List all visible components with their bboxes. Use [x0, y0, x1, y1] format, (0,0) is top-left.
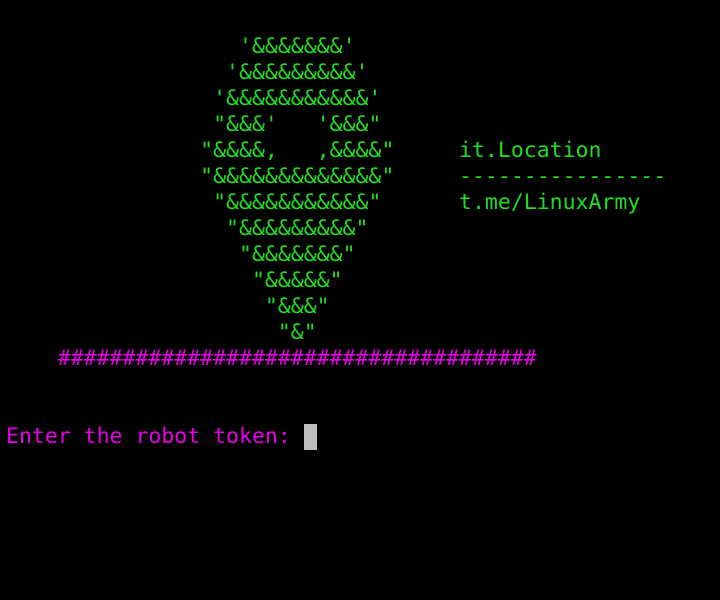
ascii-art-line: '&&&&&&&&&' — [6, 60, 369, 85]
token-prompt-line[interactable]: Enter the robot token: — [6, 424, 317, 450]
terminal-window[interactable]: '&&&&&&&' '&&&&&&&&&' '&&&&&&&&&&&' "&&&… — [0, 0, 720, 600]
ascii-art-line-link: "&&&&&&&&&&&" t.me/LinuxArmy — [6, 190, 641, 215]
ascii-art-line: "&&&' '&&&" — [6, 112, 382, 137]
ascii-art-line: "&&&&&&&&&" — [6, 216, 369, 241]
ascii-art-line: '&&&&&&&' — [6, 34, 356, 59]
banner-divider: ##################################### — [6, 346, 537, 371]
text-cursor[interactable] — [303, 424, 317, 450]
ascii-art-line-location: "&&&&, ,&&&&" it.Location — [6, 138, 602, 163]
ascii-art-line: "&" — [6, 320, 317, 345]
token-prompt-label: Enter the robot token: — [6, 424, 304, 449]
ascii-art-line: "&&&" — [6, 294, 330, 319]
ascii-art-line: "&&&&&&&" — [6, 242, 356, 267]
ascii-art-line: '&&&&&&&&&&&' — [6, 86, 382, 111]
ascii-art-line: "&&&&&" — [6, 268, 343, 293]
ascii-art-line-divider: "&&&&&&&&&&&&&" ---------------- — [6, 164, 667, 189]
